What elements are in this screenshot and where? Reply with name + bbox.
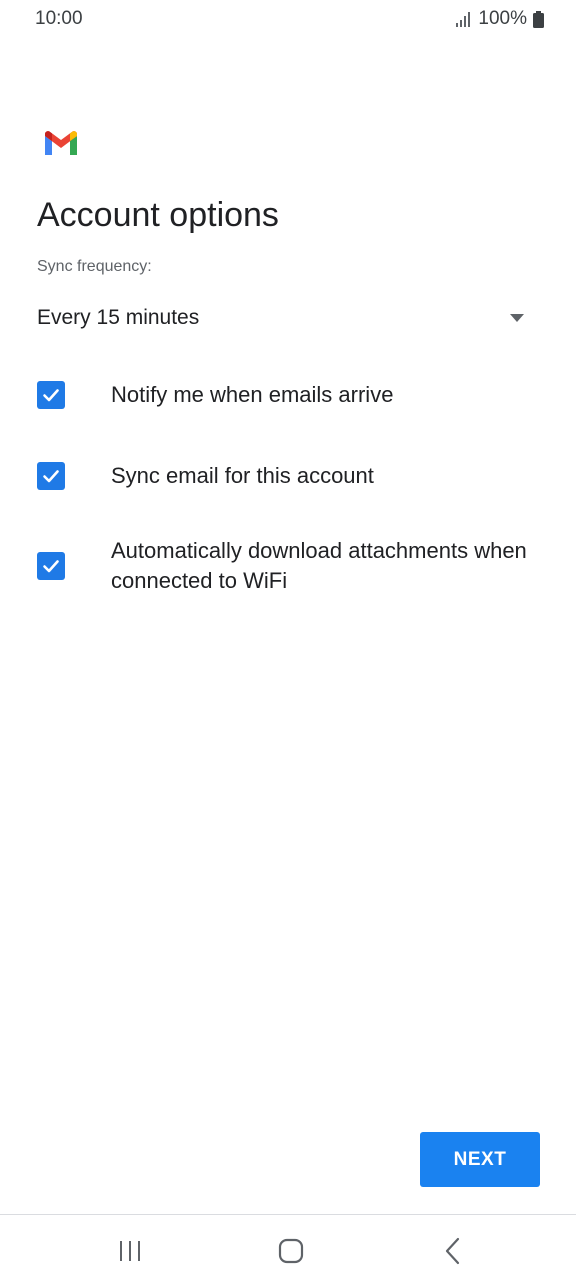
notify-checkbox[interactable] [37,381,65,409]
sync-frequency-value: Every 15 minutes [37,306,200,329]
page-title: Account options [37,196,279,234]
account-options-screen: 10:00 100% Account options Sync frequenc… [0,0,576,1286]
option-download-attachments[interactable]: Automatically download attachments when … [37,535,537,597]
signal-icon [456,12,471,27]
sync-frequency-dropdown[interactable]: Every 15 minutes [37,300,527,336]
status-indicators: 100% [456,8,544,30]
home-button[interactable] [269,1233,313,1269]
option-label: Sync email for this account [111,463,374,488]
recent-apps-button[interactable] [108,1233,152,1269]
option-label: Automatically download attachments when … [111,538,527,593]
dropdown-arrow-icon [510,314,524,322]
check-icon [43,560,59,573]
option-label: Notify me when emails arrive [111,382,394,407]
back-button[interactable] [431,1233,475,1269]
status-bar: 10:00 100% [0,0,576,38]
gmail-logo-icon [45,131,77,155]
attachments-checkbox[interactable] [37,552,65,580]
sync-checkbox[interactable] [37,462,65,490]
sync-frequency-label: Sync frequency: [37,258,152,275]
back-icon [445,1237,460,1265]
battery-percent: 100% [478,8,527,29]
home-icon [278,1238,304,1264]
check-icon [43,389,59,402]
system-navigation-bar [0,1215,576,1286]
battery-icon [533,10,544,28]
option-sync-email[interactable]: Sync email for this account [37,458,537,494]
next-button[interactable]: NEXT [420,1132,540,1187]
status-time: 10:00 [35,8,83,29]
recent-apps-icon [120,1241,140,1261]
check-icon [43,470,59,483]
option-notify-emails[interactable]: Notify me when emails arrive [37,377,537,413]
